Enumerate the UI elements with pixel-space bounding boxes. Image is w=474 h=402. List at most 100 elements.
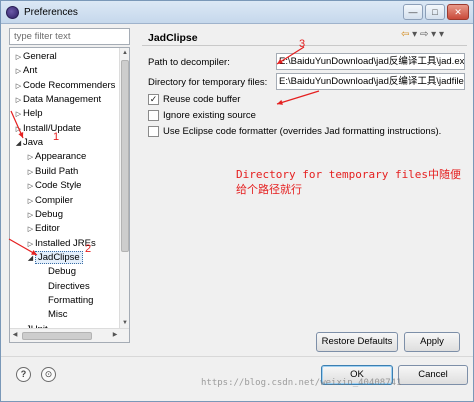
tree-item-label: Build Path (35, 165, 79, 177)
decompiler-path-input[interactable]: E:\BaiduYunDownload\jad反编译工具\jad.exe (276, 53, 465, 70)
ignore-source-checkbox[interactable]: Ignore existing source (148, 110, 256, 124)
tree-item-label: Misc (48, 309, 68, 321)
close-button[interactable]: ✕ (447, 4, 469, 20)
preferences-window: Preferences — □ ✕ type filter text ▷ Gene… (0, 0, 474, 402)
back-menu-icon[interactable]: ▾ (412, 29, 417, 40)
collapsed-arrow-icon[interactable]: ▷ (26, 180, 35, 194)
tree-item-label: JadClipse (35, 250, 83, 264)
tree-item-label: Code Recommenders (23, 79, 116, 91)
tree-item[interactable]: ▷ Code Recommenders (14, 79, 116, 94)
restore-defaults-button[interactable]: Restore Defaults (316, 332, 398, 352)
import-export-icon[interactable]: ⊙ (41, 367, 56, 382)
collapsed-arrow-icon[interactable]: ▷ (14, 123, 23, 137)
filter-input[interactable]: type filter text (9, 28, 130, 45)
tree-item[interactable]: ▷ Debug (26, 208, 63, 222)
tree-item-label: General (23, 51, 57, 62)
annotation-number: 1 (53, 131, 60, 143)
scroll-down-icon[interactable]: ▼ (120, 318, 129, 328)
tempdir-input[interactable]: E:\BaiduYunDownload\jad反编译工具\jadfile (276, 73, 465, 90)
footer-divider (1, 356, 473, 357)
scroll-up-icon[interactable]: ▲ (120, 48, 129, 58)
tree-item-label: Code Style (35, 180, 82, 192)
tree-item[interactable]: Formatting (48, 294, 93, 308)
tree-item-label: Help (23, 108, 43, 120)
eclipse-icon (6, 6, 19, 19)
help-icon[interactable]: ? (16, 367, 31, 382)
tree-item[interactable]: ▷ Build Path (26, 165, 79, 180)
collapsed-arrow-icon[interactable]: ▷ (26, 238, 35, 252)
tree-item-label: Appearance (35, 151, 87, 163)
forward-arrow-icon[interactable]: ⇨ (420, 29, 428, 40)
tree-item[interactable]: ▷ Compiler (26, 194, 73, 208)
annotation-number: 3 (299, 38, 306, 50)
tree-item[interactable]: ▷ Install/Update (14, 122, 81, 136)
annotation-arrowhead (277, 99, 283, 105)
scroll-left-icon[interactable]: ◀ (10, 329, 20, 342)
tree-horizontal-scrollbar[interactable]: ◀ ▶ (10, 328, 129, 342)
expanded-arrow-icon[interactable]: ◢ (14, 137, 23, 151)
tree-item[interactable]: ▷ Editor (26, 222, 60, 236)
annotation-arrow-line (276, 90, 320, 105)
tree-item-label: Editor (35, 223, 60, 235)
tree-item[interactable]: ◢ JadClipse (26, 250, 83, 266)
apply-button[interactable]: Apply (404, 332, 460, 352)
back-arrow-icon[interactable]: ⇦ (401, 29, 409, 40)
page-title: JadClipse (148, 32, 198, 44)
tree-item-label: Compiler (35, 194, 74, 206)
collapsed-arrow-icon[interactable]: ▷ (14, 51, 23, 65)
tree-item[interactable]: ◢ Java (14, 136, 43, 150)
collapsed-arrow-icon[interactable]: ▷ (14, 65, 23, 79)
tree-item-label: Debug (48, 266, 76, 278)
maximize-button[interactable]: □ (425, 4, 445, 20)
page-navigation: ⇦ ▾ ⇨ ▾ ▾ (401, 29, 444, 40)
path-label: Path to decompiler: (148, 57, 230, 68)
checkbox-label: Reuse code buffer (163, 94, 241, 106)
tree-item-label: Directives (48, 280, 90, 292)
tree-item-label: Debug (35, 208, 63, 220)
tree-item[interactable]: Misc (48, 308, 68, 322)
tree-item-label: Data Management (23, 94, 102, 106)
collapsed-arrow-icon[interactable]: ▷ (14, 80, 23, 94)
checkbox-label: Ignore existing source (163, 110, 256, 122)
view-menu-icon[interactable]: ▾ (439, 29, 444, 40)
minimize-button[interactable]: — (403, 4, 423, 20)
preference-tree: ▷ General ▷ Ant ▷ Code Recommenders ▷ Data Mana… (9, 47, 130, 343)
forward-menu-icon[interactable]: ▾ (431, 29, 436, 40)
scroll-right-icon[interactable]: ▶ (110, 329, 120, 342)
checkbox-icon[interactable]: ✓ (148, 94, 159, 105)
collapsed-arrow-icon[interactable]: ▷ (26, 209, 35, 223)
tree-item-label: Java (23, 137, 44, 149)
tree-item-label: Ant (23, 65, 38, 77)
tree-item[interactable]: ▷ General (14, 50, 57, 64)
tree-item[interactable]: ▷ Ant (14, 64, 37, 78)
tree-item[interactable]: Debug (48, 265, 76, 279)
watermark-text: https://blog.csdn.net/weixin_40408741 (201, 378, 402, 388)
tree-item-label: Formatting (48, 294, 94, 306)
annotation-number: 2 (85, 243, 92, 255)
tree-vertical-scrollbar[interactable]: ▲ ▼ (119, 48, 129, 328)
tree-item[interactable]: Directives (48, 280, 90, 294)
expanded-arrow-icon[interactable]: ◢ (26, 252, 35, 266)
annotation-note-line: 给个路径就行 (236, 183, 302, 196)
checkbox-icon[interactable] (148, 110, 159, 121)
eclipse-formatter-checkbox[interactable]: Use Eclipse code formatter (overrides Ja… (148, 126, 441, 140)
collapsed-arrow-icon[interactable]: ▷ (26, 166, 35, 180)
collapsed-arrow-icon[interactable]: ▷ (26, 151, 35, 165)
scroll-thumb[interactable] (121, 60, 129, 252)
checkbox-label: Use Eclipse code formatter (overrides Ja… (163, 126, 442, 138)
collapsed-arrow-icon[interactable]: ▷ (14, 94, 23, 108)
tree-item[interactable]: ▷ Data Management (14, 93, 101, 107)
reuse-buffer-checkbox[interactable]: ✓ Reuse code buffer (148, 94, 240, 108)
collapsed-arrow-icon[interactable]: ▷ (26, 223, 35, 237)
collapsed-arrow-icon[interactable]: ▷ (14, 108, 23, 122)
annotation-note: Directory for temporary files中随便 给个路径就行 (236, 167, 466, 197)
cancel-button[interactable]: Cancel (398, 365, 468, 385)
title-bar: Preferences — □ ✕ (1, 1, 473, 24)
collapsed-arrow-icon[interactable]: ▷ (26, 195, 35, 209)
tree-item[interactable]: ▷ Help (14, 107, 43, 121)
checkbox-icon[interactable] (148, 126, 159, 137)
hscroll-thumb[interactable] (22, 332, 92, 340)
window-title: Preferences (24, 7, 78, 18)
tree-item[interactable]: ▷ Appearance (26, 150, 86, 164)
tree-item[interactable]: ▷ Code Style (26, 179, 82, 194)
